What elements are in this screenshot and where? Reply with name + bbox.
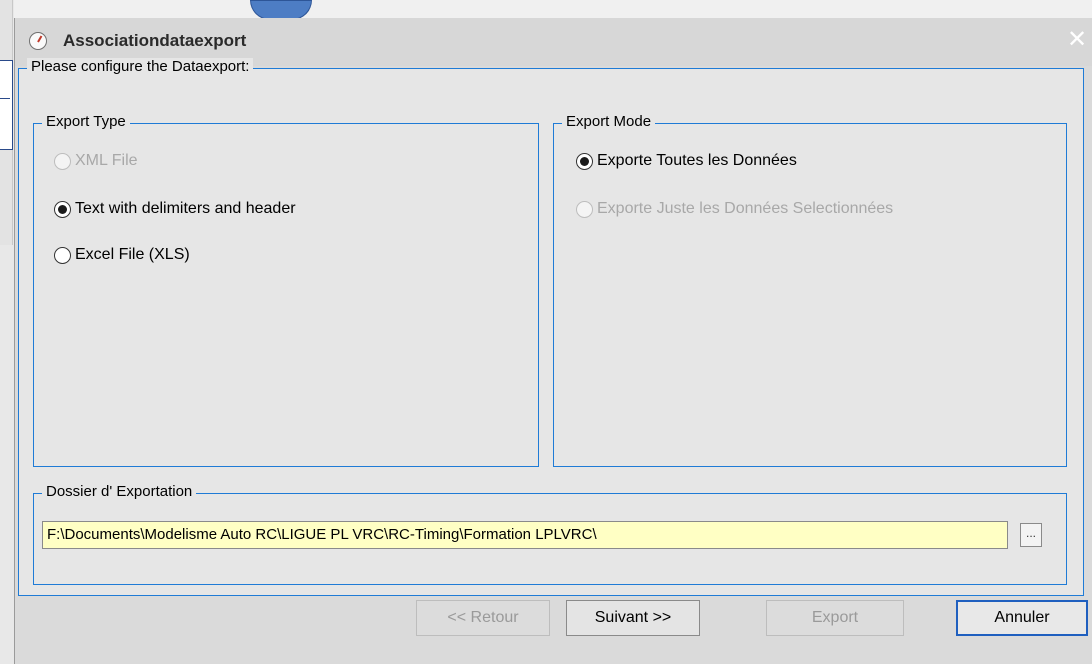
cancel-button[interactable]: Annuler: [956, 600, 1088, 636]
radio-button-icon[interactable]: [54, 200, 71, 218]
radio-export-selected[interactable]: Exporte Juste les Données Selectionnées: [576, 200, 893, 218]
close-button[interactable]: ✕: [1065, 26, 1089, 54]
window-title: Associationdataexport: [63, 31, 247, 50]
radio-excel-file[interactable]: Excel File (XLS): [54, 246, 190, 264]
export-button[interactable]: Export: [766, 600, 904, 636]
radio-text-delimited[interactable]: Text with delimiters and header: [54, 200, 296, 218]
radio-xml-file[interactable]: XML File: [54, 152, 138, 170]
configure-group: Please configure the Dataexport: Export …: [18, 58, 1084, 596]
configure-legend: Please configure the Dataexport:: [27, 58, 254, 75]
stopwatch-icon: [29, 32, 47, 50]
background-tab-shape: [250, 0, 312, 20]
radio-export-all-label: Exporte Toutes les Données: [597, 152, 797, 169]
radio-export-all[interactable]: Exporte Toutes les Données: [576, 152, 797, 170]
radio-button-icon[interactable]: [576, 200, 593, 218]
next-button[interactable]: Suivant >>: [566, 600, 700, 636]
export-folder-path-field[interactable]: F:\Documents\Modelisme Auto RC\LIGUE PL …: [42, 521, 1008, 549]
export-mode-group: Export Mode Exporte Toutes les Données E…: [553, 113, 1067, 467]
export-folder-legend: Dossier d' Exportation: [42, 483, 197, 500]
export-mode-legend: Export Mode: [562, 113, 656, 130]
radio-export-selected-label: Exporte Juste les Données Selectionnées: [597, 200, 894, 217]
radio-button-icon[interactable]: [54, 152, 71, 170]
radio-button-icon[interactable]: [576, 152, 593, 170]
browse-folder-button[interactable]: ...: [1020, 523, 1042, 547]
background-window-fragment: [0, 0, 14, 664]
radio-text-delimited-label: Text with delimiters and header: [75, 200, 296, 217]
background-divider: [0, 98, 10, 119]
export-type-legend: Export Type: [42, 113, 130, 130]
back-button[interactable]: << Retour: [416, 600, 550, 636]
radio-xml-file-label: XML File: [75, 152, 138, 169]
export-type-group: Export Type XML File Text with delimiter…: [33, 113, 539, 467]
export-folder-group: Dossier d' Exportation F:\Documents\Mode…: [33, 483, 1067, 585]
radio-excel-file-label: Excel File (XLS): [75, 246, 190, 263]
radio-button-icon[interactable]: [54, 246, 71, 264]
